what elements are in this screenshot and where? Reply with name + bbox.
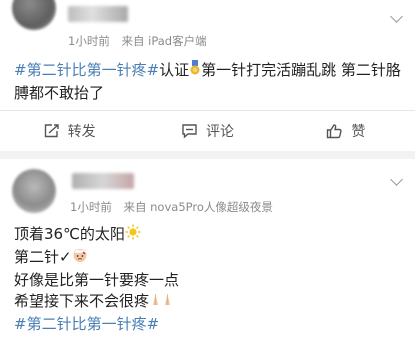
username-redacted[interactable] (68, 6, 128, 22)
card-gap (0, 151, 415, 159)
post-line: 顶着36℃的太阳 (14, 224, 406, 247)
repost-label: 转发 (67, 124, 96, 140)
chevron-down-icon[interactable] (390, 10, 403, 23)
post-line: 第二针✓ (14, 247, 406, 270)
post-source: 来自 nova5Pro人像超级夜景 (123, 200, 273, 214)
like-label: 赞 (351, 124, 366, 140)
post-actions: 转发 评论 赞 (0, 111, 415, 151)
comment-icon (181, 123, 198, 139)
like-button[interactable]: 赞 (277, 111, 415, 151)
comment-button[interactable]: 评论 (138, 111, 276, 151)
comment-label: 评论 (205, 124, 234, 140)
post-text: #第二针比第一针疼#认证 第一针打完活蹦乱跳 第二针胳膊都不敢抬了 (14, 60, 406, 104)
sun-icon (125, 224, 141, 247)
hashtag-link[interactable]: #第二针比第一针疼# (14, 61, 159, 79)
post-meta: 1小时前 来自 nova5Pro人像超级夜景 (70, 199, 273, 215)
post-source: 来自 iPad客户端 (121, 34, 207, 48)
repost-button[interactable]: 转发 (0, 111, 138, 151)
repost-icon (43, 123, 60, 139)
username-redacted[interactable] (72, 173, 134, 189)
medal-icon (189, 60, 201, 83)
post-time: 1小时前 (68, 34, 110, 48)
post-body-a: 认证 (159, 61, 190, 79)
hashtag-link[interactable]: #第二针比第一针疼# (14, 314, 406, 335)
pray-hands-icon (149, 291, 175, 314)
avatar[interactable] (12, 169, 56, 213)
post-card-1: 1小时前 来自 iPad客户端 #第二针比第一针疼#认证 第一针打完活蹦乱跳 第二… (0, 0, 415, 151)
post-time: 1小时前 (70, 200, 112, 214)
chevron-down-icon[interactable] (390, 173, 403, 186)
thumbs-up-icon (326, 123, 343, 139)
post-meta: 1小时前 来自 iPad客户端 (68, 33, 207, 49)
injured-face-icon (72, 247, 88, 270)
post-card-2: 1小时前 来自 nova5Pro人像超级夜景 顶着36℃的太阳 第二针✓ 好像是… (0, 159, 415, 337)
post-text: 顶着36℃的太阳 第二针✓ 好像是比第一针要疼一点 希望接下来不会很疼 #第二针… (14, 224, 406, 335)
post-line: 希望接下来不会很疼 (14, 291, 406, 314)
post-line: 好像是比第一针要疼一点 (14, 271, 180, 289)
avatar[interactable] (12, 0, 56, 30)
